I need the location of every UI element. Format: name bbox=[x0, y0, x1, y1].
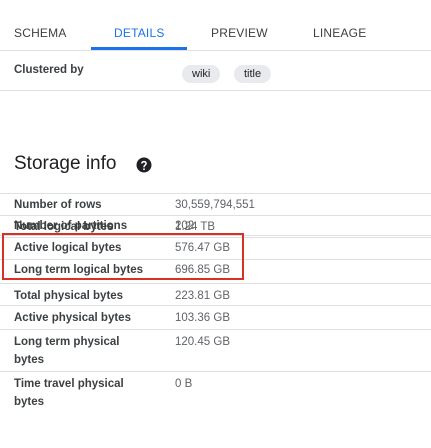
table-row: Active physical bytes 103.36 GB bbox=[0, 305, 431, 330]
table-row: Long term physical bytes 120.45 GB bbox=[0, 329, 431, 372]
table-row: Number of rows 30,559,794,551 bbox=[0, 193, 431, 216]
tab-details[interactable]: DETAILS bbox=[114, 26, 165, 40]
row-value: 1.24 TB bbox=[175, 221, 216, 233]
row-value: 30,559,794,551 bbox=[175, 199, 255, 211]
row-label: Active logical bytes bbox=[14, 242, 122, 254]
row-label: Number of rows bbox=[14, 199, 102, 211]
cluster-chip-title: title bbox=[234, 65, 272, 83]
table-row: Time travel physical bytes 0 B bbox=[0, 371, 431, 448]
help-icon[interactable] bbox=[135, 156, 153, 174]
cluster-chip-wiki: wiki bbox=[182, 65, 221, 83]
clustered-by-label: Clustered by bbox=[14, 64, 84, 76]
table-row: Active logical bytes 576.47 GB bbox=[0, 237, 431, 260]
row-value: 223.81 GB bbox=[175, 290, 230, 302]
row-label: Long term logical bytes bbox=[14, 264, 144, 276]
active-tab-indicator bbox=[91, 47, 187, 50]
row-value: 576.47 GB bbox=[175, 242, 230, 254]
table-row: Long term logical bytes 696.85 GB bbox=[0, 259, 431, 284]
storage-info-title: Storage info bbox=[14, 153, 117, 174]
tab-bar: SCHEMA DETAILS PREVIEW LINEAGE bbox=[0, 0, 431, 51]
table-row: Total physical bytes 223.81 GB bbox=[0, 283, 431, 306]
row-label: Long term physical bytes bbox=[14, 336, 120, 366]
row-value: 103.36 GB bbox=[175, 312, 230, 324]
row-label: Time travel physical bytes bbox=[14, 378, 124, 408]
row-label: Total logical bytes bbox=[14, 221, 114, 233]
clustered-by-row: Clustered by wiki title bbox=[0, 58, 431, 91]
tab-preview[interactable]: PREVIEW bbox=[211, 26, 268, 40]
row-label: Active physical bytes bbox=[14, 312, 131, 324]
row-value: 120.45 GB bbox=[175, 336, 230, 348]
tab-lineage[interactable]: LINEAGE bbox=[313, 26, 366, 40]
row-label: Total physical bytes bbox=[14, 290, 124, 302]
tab-schema[interactable]: SCHEMA bbox=[14, 26, 67, 40]
row-value: 0 B bbox=[175, 378, 193, 390]
row-value: 696.85 GB bbox=[175, 264, 230, 276]
